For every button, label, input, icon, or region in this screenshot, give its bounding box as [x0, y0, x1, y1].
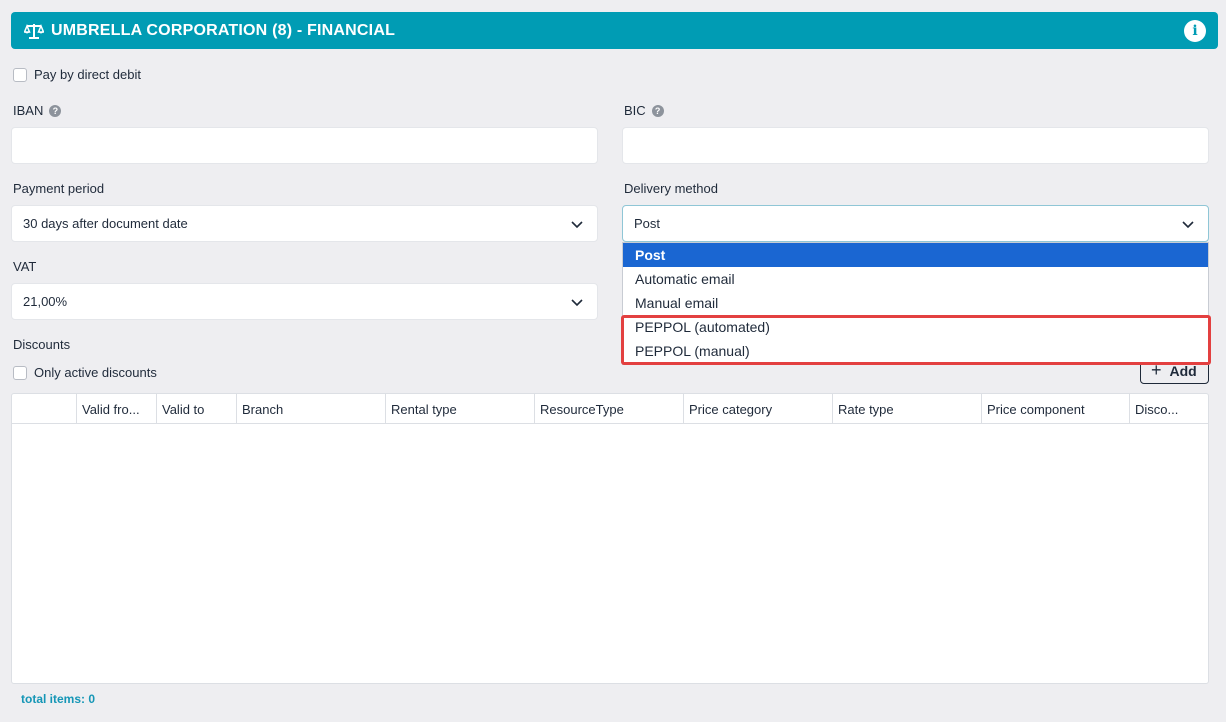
dropdown-option[interactable]: PEPPOL (automated) [623, 315, 1208, 339]
delivery-method-value: Post [634, 216, 661, 231]
delivery-method-select[interactable]: Post [622, 205, 1209, 242]
direct-debit-checkbox-row[interactable]: Pay by direct debit [13, 67, 141, 82]
column-header-price-component[interactable]: Price component [982, 394, 1130, 424]
total-items: total items: 0 [21, 692, 96, 706]
delivery-method-dropdown: Post Automatic email Manual email PEPPOL… [622, 242, 1209, 365]
direct-debit-checkbox[interactable] [13, 67, 27, 82]
column-header-select[interactable] [12, 394, 77, 424]
only-active-label: Only active discounts [34, 365, 157, 380]
dropdown-option[interactable]: Automatic email [623, 267, 1208, 291]
help-icon[interactable]: ? [49, 104, 62, 117]
chevron-down-icon [571, 299, 583, 307]
payment-period-label: Payment period [13, 181, 105, 196]
column-header-resource-type[interactable]: ResourceType [535, 394, 684, 424]
vat-label: VAT [13, 259, 37, 274]
column-header-rental-type[interactable]: Rental type [386, 394, 535, 424]
dropdown-option[interactable]: Manual email [623, 291, 1208, 315]
iban-input[interactable] [11, 127, 598, 164]
section-header: UMBRELLA CORPORATION (8) - FINANCIAL i [11, 12, 1218, 49]
column-header-valid-to[interactable]: Valid to [157, 394, 237, 424]
column-header-price-category[interactable]: Price category [684, 394, 833, 424]
dropdown-option[interactable]: Post [623, 243, 1208, 267]
direct-debit-label: Pay by direct debit [34, 67, 141, 82]
help-icon[interactable]: ? [651, 104, 664, 117]
payment-period-select[interactable]: 30 days after document date [11, 205, 598, 242]
only-active-checkbox[interactable] [13, 365, 27, 380]
table-header: Valid fro... Valid to Branch Rental type… [12, 394, 1208, 424]
iban-label-text: IBAN [13, 103, 44, 118]
column-header-rate-type[interactable]: Rate type [833, 394, 982, 424]
chevron-down-icon [571, 221, 583, 229]
bic-label: BIC ? [624, 103, 664, 118]
delivery-method-label: Delivery method [624, 181, 718, 196]
iban-label: IBAN ? [13, 103, 62, 118]
vat-select[interactable]: 21,00% [11, 283, 598, 320]
only-active-checkbox-row[interactable]: Only active discounts [13, 365, 157, 380]
column-header-valid-from[interactable]: Valid fro... [77, 394, 157, 424]
vat-value: 21,00% [23, 294, 68, 309]
column-header-discount[interactable]: Disco... [1130, 394, 1208, 424]
chevron-down-icon [1182, 221, 1194, 229]
bic-input[interactable] [622, 127, 1209, 164]
info-icon[interactable]: i [1184, 20, 1206, 42]
dropdown-option[interactable]: PEPPOL (manual) [623, 339, 1208, 363]
page-title: UMBRELLA CORPORATION (8) - FINANCIAL [51, 21, 396, 39]
discounts-table: Valid fro... Valid to Branch Rental type… [11, 393, 1209, 684]
discounts-label: Discounts [13, 337, 71, 352]
payment-period-value: 30 days after document date [23, 216, 188, 231]
bic-label-text: BIC [624, 103, 646, 118]
scale-icon [24, 21, 44, 41]
column-header-branch[interactable]: Branch [237, 394, 386, 424]
